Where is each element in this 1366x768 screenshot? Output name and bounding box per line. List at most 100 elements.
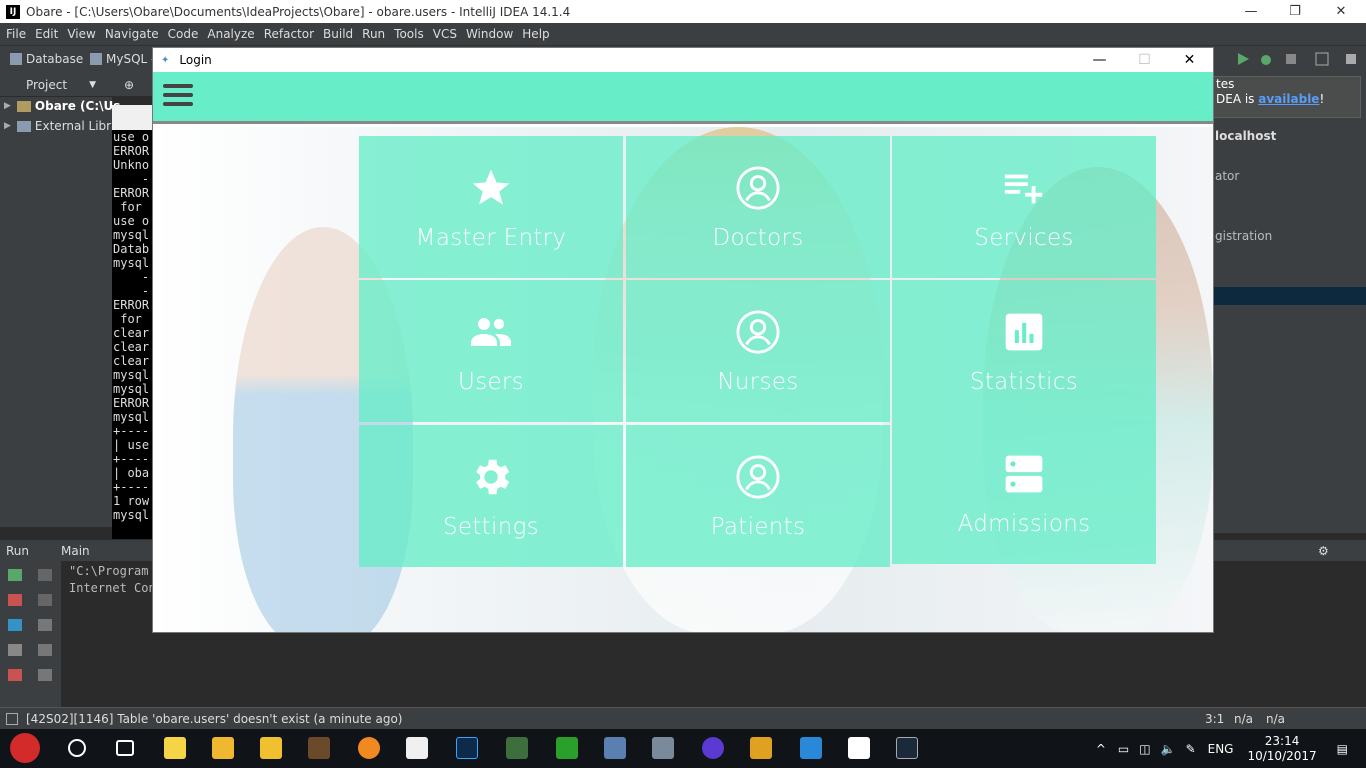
menu-build[interactable]: Build — [323, 27, 353, 41]
monitor-icon[interactable] — [652, 737, 674, 759]
dump-icon[interactable] — [8, 644, 22, 656]
tile-settings[interactable]: Settings — [359, 425, 623, 567]
pause-icon[interactable] — [8, 619, 22, 631]
console-line: +---- — [113, 480, 150, 494]
wrap-icon[interactable] — [38, 619, 52, 631]
login-close-button[interactable]: ✕ — [1167, 48, 1212, 72]
tile-statistics[interactable]: Statistics — [892, 280, 1156, 422]
update-available-link[interactable]: available — [1258, 92, 1319, 106]
intellij-logo-icon: IJ — [6, 4, 20, 19]
login-app-icon[interactable] — [848, 737, 870, 759]
run-toolbar — [0, 561, 62, 707]
mysql-console-icon[interactable] — [896, 737, 918, 759]
gear-icon[interactable]: ⊕ — [124, 78, 134, 92]
sdk-icon[interactable] — [1315, 52, 1329, 66]
tree-item-external-libraries[interactable]: ▶ External Libra — [4, 119, 118, 133]
dropdown-arrow-icon[interactable]: ▼ — [89, 80, 96, 90]
console-line: use o — [113, 214, 150, 228]
tile-admissions[interactable]: Admissions — [892, 422, 1156, 564]
network-icon[interactable] — [604, 737, 626, 759]
photoshop-icon[interactable] — [456, 737, 478, 759]
network-icon[interactable]: ◫ — [1139, 742, 1150, 756]
menu-help[interactable]: Help — [522, 27, 549, 41]
menu-code[interactable]: Code — [168, 27, 199, 41]
menu-vcs[interactable]: VCS — [433, 27, 457, 41]
system-tray: ^ ▭ ◫ 🔈 ✎ ENG 23:14 10/10/2017 ▤ — [1096, 729, 1366, 768]
chevron-up-icon[interactable]: ^ — [1096, 742, 1106, 756]
encoding[interactable]: n/a — [1266, 712, 1285, 726]
scroll-icon[interactable] — [38, 644, 52, 656]
pipe-icon[interactable] — [556, 737, 578, 759]
up-icon[interactable] — [38, 569, 52, 581]
clock[interactable]: 23:14 10/10/2017 — [1247, 734, 1316, 764]
volume-icon[interactable]: 🔈 — [1161, 742, 1176, 756]
hamburger-menu-icon[interactable] — [163, 84, 193, 110]
angry-birds-icon[interactable] — [10, 733, 40, 763]
search-everywhere-icon[interactable] — [1344, 52, 1358, 66]
pen-icon[interactable]: ✎ — [1186, 742, 1196, 756]
sublime-text-icon[interactable] — [308, 737, 330, 759]
task-view-icon[interactable] — [116, 740, 134, 756]
coverage-icon[interactable] — [1284, 52, 1298, 66]
rerun-icon[interactable] — [8, 569, 22, 581]
tile-nurses[interactable]: Nurses — [626, 280, 890, 422]
caret-position[interactable]: 3:1 — [1205, 712, 1224, 726]
debug-icon[interactable] — [1259, 52, 1273, 66]
print-icon[interactable] — [38, 669, 52, 681]
login-maximize-button[interactable]: ☐ — [1122, 48, 1167, 72]
folder-icon[interactable] — [260, 737, 282, 759]
tile-services[interactable]: Services — [892, 136, 1156, 278]
menu-refactor[interactable]: Refactor — [264, 27, 314, 41]
main-tab[interactable]: Main — [61, 544, 90, 558]
mysql-console[interactable]: use o ERROR Unkno - ERROR for use o mysql Data… — [112, 130, 154, 558]
sticky-notes-icon[interactable] — [164, 737, 186, 759]
restore-button[interactable]: ❐ — [1272, 0, 1318, 23]
project-panel-header[interactable]: Project ▼ ⊕ — [0, 73, 152, 97]
tree-item-obare[interactable]: ▶ Obare (C:\Us — [4, 99, 120, 113]
cortana-icon[interactable] — [68, 739, 86, 757]
firefox-icon[interactable] — [702, 737, 724, 759]
status-message[interactable]: [42S02][1146] Table 'obare.users' doesn'… — [26, 712, 402, 726]
db-item-2[interactable]: gistration — [1215, 229, 1272, 243]
tile-users[interactable]: Users — [359, 280, 623, 422]
update-notification[interactable]: tes DEA is available! — [1213, 76, 1361, 118]
menu-view[interactable]: View — [67, 27, 95, 41]
menu-edit[interactable]: Edit — [35, 27, 58, 41]
console-line: +---- — [113, 452, 150, 466]
battery-icon[interactable]: ▭ — [1118, 742, 1129, 756]
menu-run[interactable]: Run — [362, 27, 385, 41]
login-minimize-button[interactable]: — — [1077, 48, 1122, 72]
menu-file[interactable]: File — [6, 27, 26, 41]
exit-icon[interactable] — [8, 669, 22, 681]
run-icon[interactable] — [1236, 52, 1250, 66]
breadcrumb-database[interactable]: Database — [10, 52, 83, 66]
db-host[interactable]: localhost — [1215, 129, 1276, 143]
intellij-taskbar-icon[interactable] — [800, 737, 822, 759]
qt-icon[interactable] — [506, 737, 528, 759]
expand-arrow-icon[interactable]: ▶ — [4, 101, 11, 111]
file-explorer-icon[interactable] — [212, 737, 234, 759]
menu-window[interactable]: Window — [466, 27, 513, 41]
stop-icon[interactable] — [8, 594, 22, 606]
line-separator[interactable]: n/a — [1234, 712, 1253, 726]
down-icon[interactable] — [38, 594, 52, 606]
settings-icon[interactable]: ⚙ — [1318, 544, 1329, 558]
notifications-icon[interactable]: ▤ — [1337, 742, 1348, 756]
db-item-1[interactable]: ator — [1215, 169, 1239, 183]
tile-doctors[interactable]: Doctors — [626, 136, 890, 278]
status-icon[interactable] — [6, 712, 18, 725]
search-app-icon[interactable] — [406, 737, 428, 759]
minimize-button[interactable]: — — [1228, 0, 1274, 23]
menu-tools[interactable]: Tools — [394, 27, 424, 41]
close-button[interactable]: ✕ — [1318, 0, 1364, 23]
git-icon[interactable] — [750, 737, 772, 759]
menu-navigate[interactable]: Navigate — [105, 27, 159, 41]
tile-patients[interactable]: Patients — [626, 425, 890, 567]
tile-master-entry[interactable]: Master Entry — [359, 136, 623, 278]
browser-icon[interactable] — [358, 737, 380, 759]
language[interactable]: ENG — [1208, 742, 1234, 756]
expand-arrow-icon[interactable]: ▶ — [4, 121, 11, 131]
run-tab[interactable]: Run — [6, 544, 29, 558]
menu-analyze[interactable]: Analyze — [207, 27, 254, 41]
breadcrumb-mysql[interactable]: MySQL - — [90, 52, 155, 66]
